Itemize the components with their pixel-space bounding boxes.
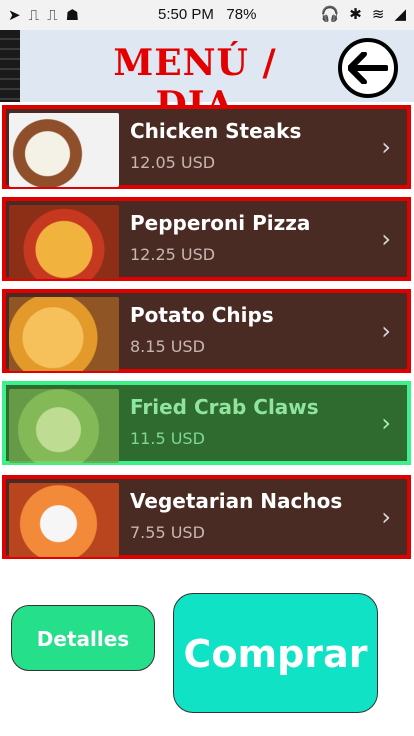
header: MENÚ / DIA <box>0 30 414 126</box>
chevron-right-icon: › <box>381 409 391 437</box>
chevron-right-icon: › <box>381 503 391 531</box>
menu-item-price: 12.05 USD <box>130 153 216 172</box>
menu-item[interactable]: Pepperoni Pizza 12.25 USD › <box>2 197 411 281</box>
status-right-icons: 🎧 ✱ ≋ ◢ <box>321 5 406 23</box>
menu-item-name: Chicken Steaks <box>130 119 302 143</box>
chevron-right-icon: › <box>381 317 391 345</box>
buy-button-label: Comprar <box>183 632 368 676</box>
menu-item-price: 8.15 USD <box>130 337 205 356</box>
battery-percent: 78% <box>226 6 257 23</box>
android-icon: ☗ <box>65 6 80 24</box>
time-text: 5:50 PM <box>158 6 214 23</box>
menu-item-name: Fried Crab Claws <box>130 395 319 419</box>
back-button[interactable] <box>338 38 398 98</box>
menu-item-name: Pepperoni Pizza <box>130 211 311 235</box>
back-arrow-icon <box>348 52 388 84</box>
details-button[interactable]: Detalles <box>11 605 155 671</box>
food-image <box>9 483 119 557</box>
menu-item-price: 7.55 USD <box>130 523 205 542</box>
details-button-label: Detalles <box>36 627 130 651</box>
usb-icon: ⎍ <box>47 6 58 24</box>
header-stripe <box>0 30 20 102</box>
headphones-icon: 🎧 <box>320 5 340 23</box>
status-bar: ➤ ⎍ ⎍ ☗ 5:50 PM 78% 🎧 ✱ ≋ ◢ <box>0 0 414 30</box>
menu-item[interactable]: Vegetarian Nachos 7.55 USD › <box>2 475 411 559</box>
menu-item[interactable]: Chicken Steaks 12.05 USD › <box>2 105 411 189</box>
usb-icon: ⎍ <box>28 6 40 24</box>
menu-item-price: 11.5 USD <box>130 429 205 448</box>
chevron-right-icon: › <box>381 133 391 161</box>
food-image <box>9 113 119 187</box>
chevron-right-icon: › <box>381 225 391 253</box>
menu-item[interactable]: Potato Chips 8.15 USD › <box>2 289 411 373</box>
food-image <box>9 389 119 463</box>
menu-item-name: Vegetarian Nachos <box>130 489 343 513</box>
menu-item-price: 12.25 USD <box>130 245 216 264</box>
bluetooth-icon: ✱ <box>349 5 362 23</box>
food-image <box>9 205 119 279</box>
food-image <box>9 297 119 371</box>
wifi-icon: ≋ <box>371 5 385 23</box>
menu-item-selected[interactable]: Fried Crab Claws 11.5 USD › <box>2 381 411 465</box>
status-left-icons: ➤ ⎍ ⎍ ☗ <box>8 6 79 24</box>
buy-button[interactable]: Comprar <box>173 593 378 713</box>
status-time: 5:50 PM 78% <box>158 6 256 23</box>
signal-icon: ◢ <box>394 5 406 23</box>
menu-item-name: Potato Chips <box>130 303 274 327</box>
nav-icon: ➤ <box>8 6 21 24</box>
